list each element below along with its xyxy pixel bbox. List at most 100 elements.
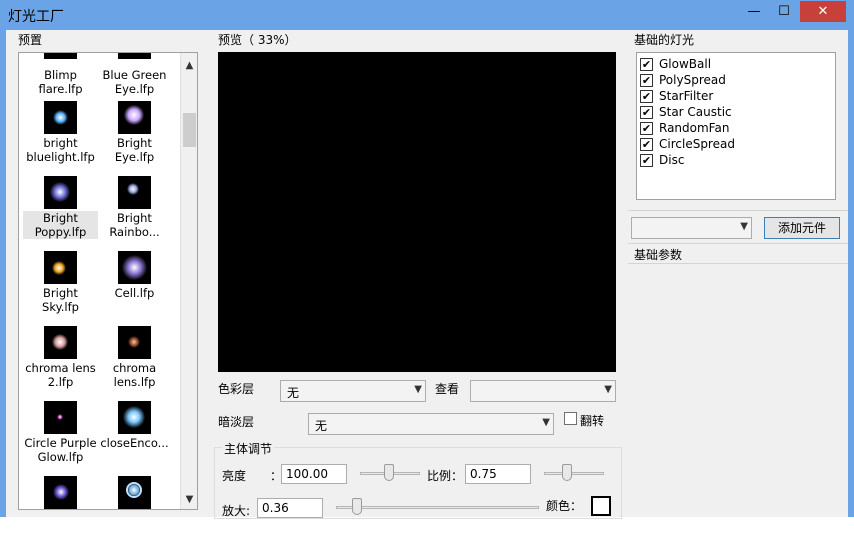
preset-item[interactable] [97, 476, 172, 509]
check-icon[interactable]: ✔ [640, 121, 653, 135]
preset-item[interactable]: Bright Rainbo... [97, 176, 172, 239]
preset-label: closeEnco... [100, 436, 169, 450]
preset-label: Cell.lfp [114, 286, 155, 300]
scroll-down-icon[interactable]: ▼ [181, 491, 197, 508]
preset-label: bright bluelight.lfp [26, 136, 95, 164]
preset-item[interactable]: chroma lens.lfp [97, 326, 172, 389]
preset-thumbnail [44, 251, 77, 284]
preset-thumbnail [44, 101, 77, 134]
brightness-input[interactable]: 100.00 [281, 464, 347, 484]
preset-thumbnail [118, 251, 151, 284]
check-icon[interactable]: ✔ [640, 57, 653, 71]
light-item-glowball[interactable]: ✔ GlowBall [640, 56, 832, 72]
zoom-input[interactable]: 0.36 [257, 498, 323, 518]
preview-canvas[interactable] [218, 52, 616, 372]
light-item-star-caustic[interactable]: ✔ Star Caustic [640, 104, 832, 120]
presets-list[interactable]: Blimp flare.lfp Blue Green Eye.lfp brigh… [18, 52, 198, 510]
light-item-randomfan[interactable]: ✔ RandomFan [640, 120, 832, 136]
presets-scrollbar[interactable]: ▲ ▼ [180, 53, 197, 509]
light-label: CircleSpread [659, 137, 735, 151]
scale-label: 比例： [427, 469, 464, 483]
preset-item[interactable]: Blue Green Eye.lfp [97, 53, 172, 96]
dim-layer-label: 暗淡层 [218, 415, 255, 429]
element-select[interactable]: ▼ [631, 217, 752, 239]
preview-label: 预览（ 33%） [218, 33, 297, 47]
preset-item[interactable]: Bright Poppy.lfp [23, 176, 98, 239]
preset-label: Bright Sky.lfp [42, 286, 79, 314]
preset-label: Circle Purple Glow.lfp [24, 436, 97, 464]
preset-label: Bright Rainbo... [109, 211, 160, 239]
light-item-starfilter[interactable]: ✔ StarFilter [640, 88, 832, 104]
preset-thumbnail [118, 53, 151, 59]
color-layer-select[interactable]: 无 ▼ [280, 380, 426, 402]
slider-track [544, 472, 604, 475]
preset-item[interactable]: Blimp flare.lfp [23, 53, 98, 96]
dim-layer-value: 无 [315, 419, 328, 433]
light-label: StarFilter [659, 89, 714, 103]
check-icon[interactable]: ✔ [640, 105, 653, 119]
light-label: PolySpread [659, 73, 726, 87]
scale-input[interactable]: 0.75 [465, 464, 531, 484]
color-swatch[interactable] [591, 496, 611, 516]
preset-thumbnail [118, 401, 151, 434]
presets-label: 预置 [18, 33, 43, 47]
preset-item[interactable]: Cell.lfp [97, 251, 172, 300]
zoom-slider[interactable] [336, 497, 539, 517]
preset-item[interactable]: closeEnco... [97, 401, 172, 450]
title-bar: 灯光工厂 — ☐ ✕ [0, 0, 854, 30]
divider [628, 263, 848, 264]
check-icon[interactable]: ✔ [640, 153, 653, 167]
main-adjust-label: 主体调节 [222, 440, 275, 457]
check-icon[interactable]: ✔ [640, 73, 653, 87]
preset-label: Blue Green Eye.lfp [102, 68, 167, 96]
preset-item[interactable]: bright bluelight.lfp [23, 101, 98, 164]
basic-params-label: 基础参数 [634, 248, 683, 262]
preset-thumbnail [118, 476, 151, 509]
light-label: GlowBall [659, 57, 712, 71]
brightness-slider[interactable] [360, 463, 420, 483]
chevron-down-icon: ▼ [414, 384, 422, 395]
color-layer-value: 无 [287, 386, 300, 400]
add-element-button[interactable]: 添加元件 [764, 217, 840, 239]
scrollbar-thumb[interactable] [183, 113, 196, 147]
preset-item[interactable] [23, 476, 98, 509]
slider-knob[interactable] [562, 464, 572, 481]
preset-label: Blimp flare.lfp [38, 68, 83, 96]
check-icon[interactable]: ✔ [640, 137, 653, 151]
dim-layer-select[interactable]: 无 ▼ [308, 413, 554, 435]
divider [628, 210, 848, 211]
close-button[interactable]: ✕ [800, 1, 846, 22]
preset-label: chroma lens 2.lfp [25, 361, 96, 389]
preset-thumbnail [44, 401, 77, 434]
view-label: 查看 [435, 382, 460, 396]
basic-lights-list[interactable]: ✔ GlowBall ✔ PolySpread ✔ StarFilter ✔ Star … [636, 52, 836, 200]
check-icon[interactable]: ✔ [640, 89, 653, 103]
preset-item[interactable]: Bright Eye.lfp [97, 101, 172, 164]
slider-knob[interactable] [352, 498, 362, 515]
maximize-button[interactable]: ☐ [770, 1, 798, 22]
view-select[interactable]: ▼ [470, 380, 616, 402]
color-label: 颜色： [546, 499, 583, 513]
light-item-circlespread[interactable]: ✔ CircleSpread [640, 136, 832, 152]
preset-item[interactable]: chroma lens 2.lfp [23, 326, 98, 389]
preset-thumbnail [118, 101, 151, 134]
flip-checkbox[interactable] [564, 412, 577, 425]
chevron-down-icon: ▼ [542, 417, 550, 428]
preset-thumbnail [44, 176, 77, 209]
preset-item[interactable]: Circle Purple Glow.lfp [23, 401, 98, 464]
light-item-polyspread[interactable]: ✔ PolySpread [640, 72, 832, 88]
preset-thumbnail [44, 53, 77, 59]
divider [628, 243, 848, 244]
scroll-up-icon[interactable]: ▲ [181, 57, 197, 74]
preset-label: Bright Eye.lfp [114, 136, 155, 164]
slider-knob[interactable] [384, 464, 394, 481]
light-item-disc[interactable]: ✔ Disc [640, 152, 832, 168]
window-title: 灯光工厂 [8, 9, 64, 25]
scale-slider[interactable] [544, 463, 604, 483]
brightness-label: 亮度 [222, 469, 247, 483]
preset-item[interactable]: Bright Sky.lfp [23, 251, 98, 314]
preset-thumbnail [118, 176, 151, 209]
minimize-button[interactable]: — [740, 1, 768, 22]
light-label: Disc [659, 153, 685, 167]
preset-thumbnail [44, 326, 77, 359]
